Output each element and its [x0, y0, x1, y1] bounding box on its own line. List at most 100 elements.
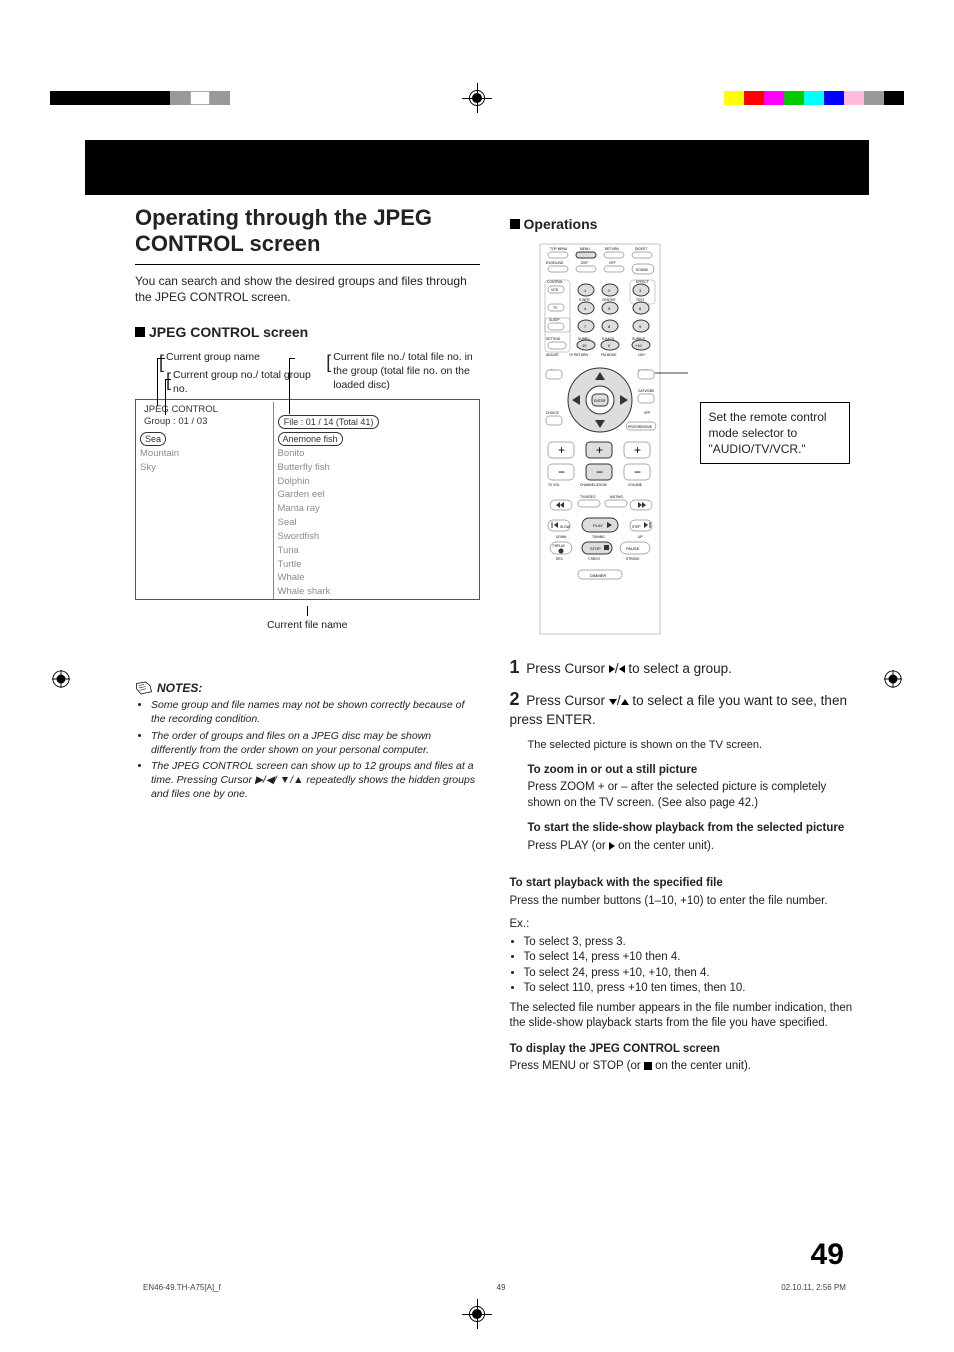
note-item: The JPEG CONTROL screen can show up to 1…	[151, 759, 480, 802]
footer-page: 49	[497, 1283, 506, 1292]
print-footer: EN46-49.TH-A75[A]_f 49 02.10.11, 2:56 PM	[135, 1283, 854, 1292]
file-item: Tuna	[273, 544, 479, 558]
step-number-2: 2	[510, 689, 520, 709]
svg-text:10: 10	[582, 343, 587, 348]
svg-text:+: +	[558, 443, 565, 457]
file-item: Whale shark	[273, 585, 479, 599]
page-title: Operating through the JPEG CONTROL scree…	[135, 205, 480, 258]
cursor-left-icon	[619, 665, 625, 673]
step-2: 2 Press Cursor / to select a file you wa…	[510, 687, 855, 730]
note-item: Some group and file names may not be sho…	[151, 698, 480, 726]
group-item-sea: Sea	[140, 432, 166, 446]
svg-text:DIMMER: DIMMER	[590, 573, 606, 578]
svg-text:−: −	[634, 465, 641, 479]
display-heading: To display the JPEG CONTROL screen	[510, 1042, 855, 1058]
label-file-no: Current file no./ total file no. in the …	[333, 350, 479, 393]
example-list: To select 3, press 3. To select 14, pres…	[514, 935, 855, 997]
svg-text:MENU: MENU	[580, 247, 590, 251]
zoom-heading: To zoom in or out a still picture	[528, 763, 855, 779]
svg-text:VCR: VCR	[551, 288, 559, 292]
svg-text:ADJUST: ADJUST	[546, 353, 559, 357]
step-2-sub: The selected picture is shown on the TV …	[528, 738, 855, 753]
svg-text:FM MODE: FM MODE	[601, 353, 617, 357]
file-item: Swordfish	[273, 530, 479, 544]
specified-file-p1: Press the number buttons (1–10, +10) to …	[510, 894, 855, 910]
svg-text:RETURN: RETURN	[605, 247, 619, 251]
svg-text:+10: +10	[635, 343, 643, 348]
svg-text:REC: REC	[556, 557, 564, 561]
example-item: To select 14, press +10 then 4.	[524, 950, 855, 966]
stop-icon	[644, 1062, 652, 1070]
notes-list: Some group and file names may not be sho…	[135, 698, 480, 801]
svg-text:PAUSE: PAUSE	[626, 546, 640, 551]
svg-text:SLOW: SLOW	[560, 525, 571, 529]
svg-text:CHOICE: CHOICE	[546, 411, 560, 415]
svg-text:CATV/DBS: CATV/DBS	[638, 389, 655, 393]
section-header-bar	[85, 140, 869, 195]
notes-heading-label: NOTES:	[157, 680, 202, 696]
svg-text:VFP: VFP	[644, 411, 651, 415]
svg-text:OFF: OFF	[609, 261, 616, 265]
play-icon	[609, 842, 615, 850]
svg-text:CHANNEL/ZOOM: CHANNEL/ZOOM	[580, 483, 607, 487]
svg-text:ENTER: ENTER	[594, 399, 606, 403]
remote-mode-callout: Set the remote control mode selector to …	[700, 402, 850, 465]
jpeg-control-heading: JPEG CONTROL screen	[135, 323, 480, 342]
page-number: 49	[811, 1238, 844, 1272]
hand-note-icon	[135, 681, 153, 695]
svg-text:T.SRCH: T.SRCH	[588, 557, 601, 561]
caption-text: Current file name	[267, 619, 348, 631]
bottom-registration-icon	[469, 1306, 485, 1322]
svg-text:STROKE: STROKE	[626, 557, 640, 561]
heading-label: Operations	[524, 216, 598, 232]
registration-target-icon	[469, 90, 485, 106]
svg-text:PROGRESSIVE: PROGRESSIVE	[628, 425, 653, 429]
file-item: Manta ray	[273, 502, 479, 516]
slideshow-text: Press PLAY (or on the center unit).	[528, 839, 855, 855]
footer-filename: EN46-49.TH-A75[A]_f	[143, 1283, 221, 1292]
svg-text:PLAY: PLAY	[593, 523, 603, 528]
example-label: Ex.:	[510, 917, 855, 933]
svg-text:EFFECT: EFFECT	[636, 280, 649, 284]
example-item: To select 24, press +10, +10, then 4.	[524, 966, 855, 982]
file-item: Butterfly fish	[273, 461, 479, 475]
side-registration-left-icon	[52, 670, 70, 688]
file-item-anemone: Anemone fish	[278, 432, 343, 446]
svg-text:SETTING: SETTING	[546, 337, 561, 341]
panel-table: Sea Anemone fish MountainBonito SkyButte…	[136, 431, 479, 599]
panel-file-line: File : 01 / 14 (Total 41)	[278, 415, 380, 429]
lbl-topmenu: TOP MENU	[550, 247, 568, 251]
svg-text:MUTING: MUTING	[610, 495, 623, 499]
remote-control-diagram: .t{font-size:4px; font-family:Arial;} .t…	[510, 242, 690, 637]
file-name-caption: Current file name	[135, 606, 480, 632]
file-item: Turtle	[273, 558, 479, 572]
group-item: Sky	[136, 461, 273, 475]
svg-text:100+: 100+	[638, 353, 646, 357]
specified-file-heading: To start playback with the specified fil…	[510, 876, 855, 892]
svg-text:S.WFR: S.WFR	[579, 298, 590, 302]
notes-heading: NOTES:	[135, 680, 480, 696]
svg-text:DOWN: DOWN	[556, 535, 567, 539]
svg-text:EX/SOUND: EX/SOUND	[546, 261, 564, 265]
svg-text:−: −	[596, 465, 603, 479]
note-item: The order of groups and files on a JPEG …	[151, 729, 480, 757]
example-item: To select 110, press +10 ten times, then…	[524, 981, 855, 997]
heading-label: JPEG CONTROL screen	[149, 324, 308, 340]
step-number-1: 1	[510, 657, 520, 677]
file-item: Bonito	[273, 447, 479, 461]
svg-text:+: +	[634, 443, 641, 457]
label-group-no: Current group no./ total group no.	[173, 368, 312, 396]
svg-text:STEP: STEP	[632, 525, 641, 529]
svg-text:DSP: DSP	[581, 261, 589, 265]
file-item: Garden eel	[273, 488, 479, 502]
svg-text:UP: UP	[638, 535, 643, 539]
svg-text:CENTER: CENTER	[602, 298, 616, 302]
jpeg-control-diagram: [ Current group name [Current group no./…	[135, 350, 480, 620]
intro-text: You can search and show the desired grou…	[135, 273, 480, 305]
left-column: Operating through the JPEG CONTROL scree…	[135, 205, 480, 1083]
svg-text:TV VOL: TV VOL	[548, 483, 560, 487]
svg-text:−: −	[558, 465, 565, 479]
cursor-up-icon	[621, 699, 629, 705]
cursor-right-icon	[609, 665, 615, 673]
page-content: Operating through the JPEG CONTROL scree…	[135, 205, 854, 1292]
